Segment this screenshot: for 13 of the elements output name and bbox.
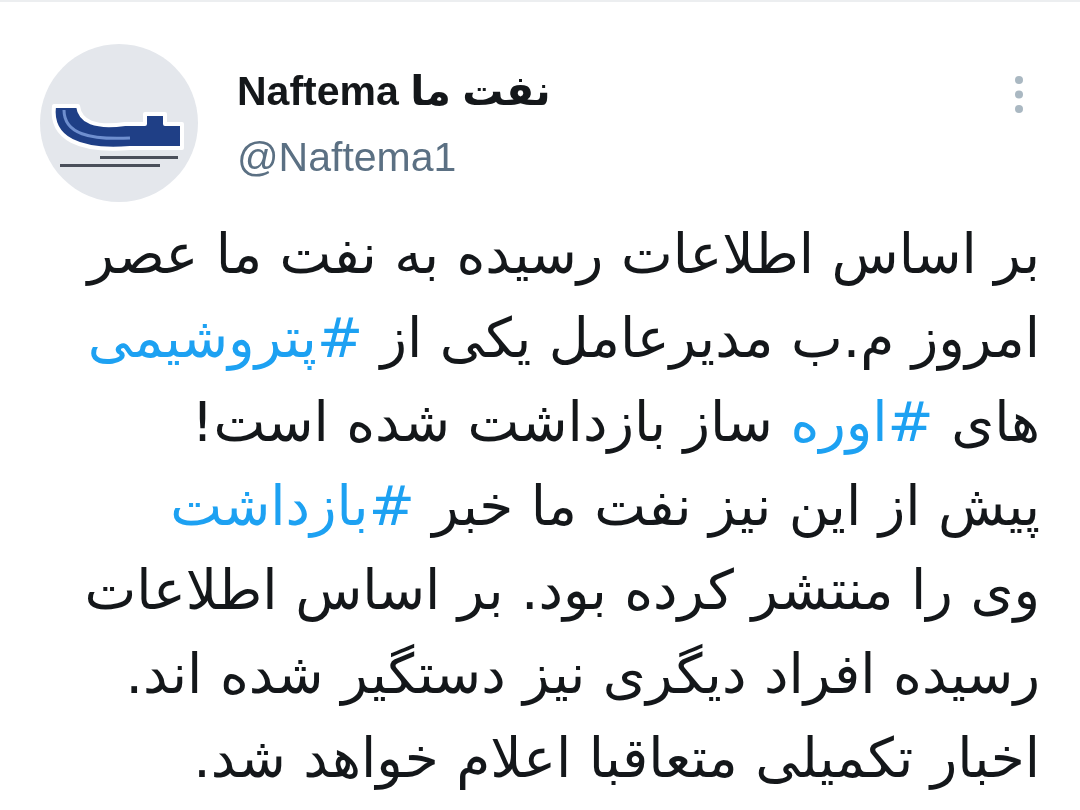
- tweet-text-line: پیش از این نیز نفت ما خبر #بازداشت: [169, 473, 1040, 540]
- logo-avatar[interactable]: [40, 44, 198, 202]
- tweet-text-line: وی را منتشر کرده بود. بر اساس اطلاعات: [83, 557, 1040, 625]
- hashtag-link[interactable]: #اوره: [790, 390, 934, 454]
- display-name[interactable]: Naftema نفت ما: [237, 66, 551, 116]
- tweet-text-line: امروز م.ب مدیرعامل یکی از #پتروشیمی: [86, 305, 1040, 373]
- tweet-text-line: رسیده افراد دیگری نیز دستگیر شده اند.: [124, 641, 1040, 708]
- user-handle[interactable]: @Naftema1: [237, 132, 551, 182]
- hashtag-link[interactable]: #پتروشیمی: [87, 306, 363, 370]
- tweet-text-line: های #اوره ساز بازداشت شده است!: [190, 389, 1040, 457]
- hashtag-link[interactable]: #بازداشت: [170, 474, 415, 538]
- tweet-text-line: بر اساس اطلاعات رسیده به نفت ما عصر: [84, 221, 1040, 288]
- tweet-text-line: اخبار تکمیلی متعاقبا اعلام خواهد شد.: [192, 725, 1040, 792]
